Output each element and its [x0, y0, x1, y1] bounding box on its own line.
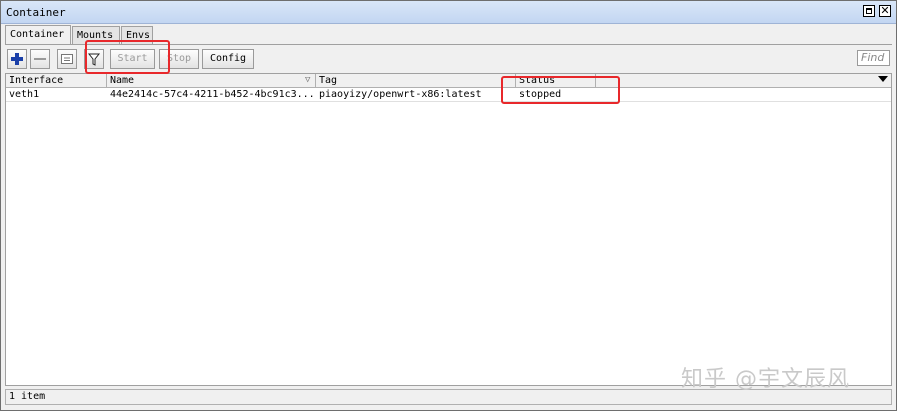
comment-icon [61, 54, 73, 64]
column-header-name[interactable]: Name ▽ [107, 74, 316, 87]
close-button[interactable]: ✕ [879, 5, 891, 17]
container-table: Interface Name ▽ Tag Status veth1 44e241… [5, 73, 892, 386]
title-bar[interactable]: Container ✕ [1, 1, 896, 24]
container-window: Container ✕ Container Mounts Envs Start … [0, 0, 897, 411]
table-header: Interface Name ▽ Tag Status [6, 74, 891, 88]
sort-arrow-icon: ▽ [305, 75, 311, 85]
window-title: Container [6, 6, 66, 19]
table-row[interactable]: veth1 44e2414c-57c4-4211-b452-4bc91c3...… [6, 88, 891, 102]
watermark: 知乎 @宇文辰风 [681, 367, 850, 392]
cell-name: 44e2414c-57c4-4211-b452-4bc91c3... [110, 89, 315, 100]
minus-icon [34, 58, 46, 60]
column-header-name-label: Name [110, 75, 135, 86]
column-menu-icon[interactable] [878, 76, 888, 82]
highlight-start-box [85, 40, 170, 74]
config-button[interactable]: Config [202, 49, 254, 69]
remove-button[interactable] [30, 49, 50, 69]
column-header-tag[interactable]: Tag [316, 74, 516, 87]
cell-interface: veth1 [9, 89, 40, 100]
find-input[interactable]: Find [857, 50, 890, 66]
add-button[interactable] [7, 49, 27, 69]
tab-container[interactable]: Container [5, 25, 71, 45]
plus-icon [11, 53, 23, 65]
column-header-interface[interactable]: Interface [6, 74, 107, 87]
highlight-status-box [501, 76, 620, 104]
comment-button[interactable] [57, 49, 77, 69]
cell-tag: piaoyizy/openwrt-x86:latest [319, 89, 482, 100]
maximize-button[interactable] [863, 5, 875, 17]
